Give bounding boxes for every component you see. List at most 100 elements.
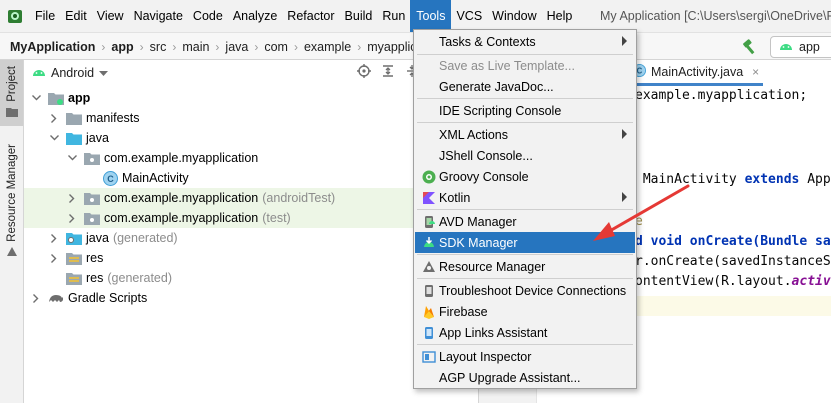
menu-analyze[interactable]: Analyze xyxy=(228,0,282,32)
tree-item-package-androidtest[interactable]: com.example.myapplication (androidTest) xyxy=(24,188,479,208)
run-configuration-select[interactable]: app xyxy=(770,36,831,58)
menu-separator xyxy=(417,254,633,255)
breadcrumb-item[interactable]: MyApplication xyxy=(6,40,99,54)
menu-file[interactable]: File xyxy=(30,0,60,32)
editor-tab-label: MainActivity.java xyxy=(651,64,744,79)
menu-item-jshell-console[interactable]: JShell Console... xyxy=(415,145,635,166)
current-line-highlight xyxy=(635,296,831,316)
tools-dropdown-menu: Tasks & Contexts Save as Live Template..… xyxy=(413,29,637,389)
breadcrumb-item[interactable]: example xyxy=(300,40,355,54)
breadcrumb-item[interactable]: src xyxy=(146,40,171,54)
project-tool-tab[interactable]: Project xyxy=(0,60,23,126)
tree-item-app[interactable]: app xyxy=(24,88,479,108)
chevron-right-icon[interactable] xyxy=(66,188,78,208)
menu-run[interactable]: Run xyxy=(377,0,410,32)
menu-item-xml-actions[interactable]: XML Actions xyxy=(415,124,635,145)
submenu-arrow-icon xyxy=(622,36,627,46)
build-hammer-icon[interactable] xyxy=(740,38,758,56)
menu-item-resource-manager[interactable]: Resource Manager xyxy=(415,256,635,277)
menu-item-avd-manager[interactable]: AVD Manager xyxy=(415,211,635,232)
menu-separator xyxy=(417,344,633,345)
chevron-right-icon[interactable] xyxy=(30,288,42,308)
resource-manager-tool-tab[interactable]: Resource Manager xyxy=(0,142,23,322)
firebase-icon xyxy=(420,303,438,321)
tool-window-strip: Project Resource Manager xyxy=(0,60,24,403)
tree-item-java-generated[interactable]: java (generated) xyxy=(24,228,479,248)
chevron-down-icon[interactable] xyxy=(30,88,42,108)
locate-file-icon[interactable] xyxy=(357,64,371,81)
res-folder-icon xyxy=(66,250,82,266)
menu-item-groovy-console[interactable]: Groovy Console xyxy=(415,166,635,187)
chevron-right-icon[interactable] xyxy=(48,228,60,248)
menu-separator xyxy=(417,122,633,123)
breadcrumb-item[interactable]: main xyxy=(178,40,213,54)
layout-inspector-icon xyxy=(420,348,438,366)
menu-item-tasks-contexts[interactable]: Tasks & Contexts xyxy=(415,31,635,52)
menu-build[interactable]: Build xyxy=(340,0,378,32)
code-line: ontentView(R.layout.activ xyxy=(635,274,831,289)
tree-item-label: res xyxy=(86,251,104,265)
menu-item-generate-javadoc[interactable]: Generate JavaDoc... xyxy=(415,76,635,97)
menu-item-firebase[interactable]: Firebase xyxy=(415,301,635,322)
package-icon xyxy=(84,190,100,206)
package-icon xyxy=(84,150,100,166)
chevron-down-icon[interactable] xyxy=(48,128,60,148)
menu-view[interactable]: View xyxy=(92,0,129,32)
tree-item-res[interactable]: res xyxy=(24,248,479,268)
groovy-icon xyxy=(420,168,438,186)
module-folder-icon xyxy=(48,90,64,106)
menu-edit[interactable]: Edit xyxy=(60,0,92,32)
project-panel: Android app manifests java com.example.m… xyxy=(24,60,479,403)
menu-item-kotlin[interactable]: Kotlin xyxy=(415,187,635,208)
menu-help[interactable]: Help xyxy=(542,0,578,32)
close-icon[interactable]: × xyxy=(752,65,759,79)
tree-item-gradle-scripts[interactable]: Gradle Scripts xyxy=(24,288,479,308)
breadcrumb-separator-icon: › xyxy=(215,39,220,54)
tree-item-mainactivity[interactable]: C MainActivity xyxy=(24,168,479,188)
menu-item-ide-scripting-console[interactable]: IDE Scripting Console xyxy=(415,100,635,121)
tree-item-suffix: (androidTest) xyxy=(262,191,336,205)
menu-item-troubleshoot-device-connections[interactable]: Troubleshoot Device Connections xyxy=(415,280,635,301)
tree-item-manifests[interactable]: manifests xyxy=(24,108,479,128)
tree-item-label: java xyxy=(86,131,109,145)
project-view-label: Android xyxy=(51,66,95,80)
breadcrumb-item[interactable]: com xyxy=(260,40,292,54)
chevron-down-icon xyxy=(99,66,109,80)
menu-code[interactable]: Code xyxy=(188,0,228,32)
chevron-down-icon[interactable] xyxy=(66,148,78,168)
tree-item-package-test[interactable]: com.example.myapplication (test) xyxy=(24,208,479,228)
menu-item-app-links-assistant[interactable]: App Links Assistant xyxy=(415,322,635,343)
editor-tab-mainactivity[interactable]: C MainActivity.java × xyxy=(629,60,764,86)
breadcrumb-item[interactable]: myapplica xyxy=(363,40,416,54)
tree-item-res-generated[interactable]: res (generated) xyxy=(24,268,479,288)
tree-item-package[interactable]: com.example.myapplication xyxy=(24,148,479,168)
package-icon xyxy=(84,210,100,226)
project-view-select[interactable]: Android xyxy=(32,66,109,80)
chevron-right-icon[interactable] xyxy=(48,108,60,128)
menu-item-sdk-manager[interactable]: SDK Manager xyxy=(415,232,635,253)
menu-window[interactable]: Window xyxy=(487,0,541,32)
tree-item-label: java xyxy=(86,231,109,245)
breadcrumb-item[interactable]: java xyxy=(221,40,252,54)
chevron-right-icon[interactable] xyxy=(48,248,60,268)
menu-item-agp-upgrade-assistant[interactable]: AGP Upgrade Assistant... xyxy=(415,367,635,388)
menu-item-layout-inspector[interactable]: Layout Inspector xyxy=(415,346,635,367)
breadcrumb-item[interactable]: app xyxy=(107,40,137,54)
menu-refactor[interactable]: Refactor xyxy=(282,0,339,32)
breadcrumb: MyApplication › app › src › main › java … xyxy=(6,33,416,60)
resource-manager-icon xyxy=(420,258,438,276)
expand-all-icon[interactable] xyxy=(381,64,395,81)
menu-tools[interactable]: Tools xyxy=(410,0,452,32)
code-line: MainActivity extends App xyxy=(635,172,831,187)
menu-navigate[interactable]: Navigate xyxy=(129,0,188,32)
tree-item-label: Gradle Scripts xyxy=(68,291,148,305)
chevron-right-icon[interactable] xyxy=(66,208,78,228)
android-studio-logo-icon xyxy=(0,0,30,32)
resource-manager-icon xyxy=(6,246,18,261)
menu-vcs[interactable]: VCS xyxy=(451,0,487,32)
res-folder-icon xyxy=(66,270,82,286)
tree-item-java[interactable]: java xyxy=(24,128,479,148)
tree-item-suffix: (generated) xyxy=(112,231,178,245)
svg-text:C: C xyxy=(107,174,114,184)
breadcrumb-separator-icon: › xyxy=(172,39,177,54)
